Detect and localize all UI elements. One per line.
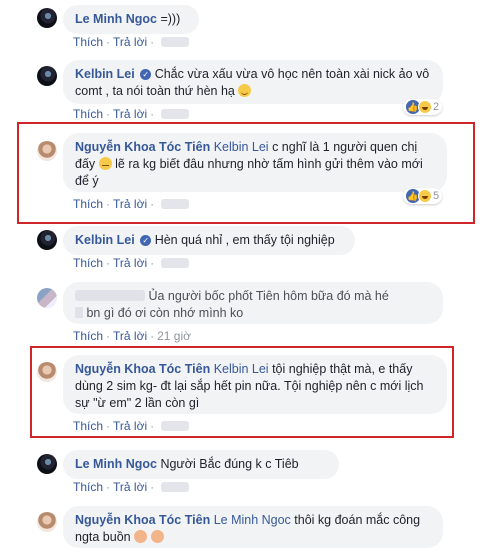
like-link[interactable]: Thích [73, 329, 103, 343]
blurred-timestamp [161, 421, 190, 431]
like-link[interactable]: Thích [73, 480, 103, 494]
comment-bubble: Nguyễn Khoa Tóc Tiên Kelbin Lei tội nghi… [63, 355, 447, 414]
mention-tag[interactable]: Le Minh Ngoc [214, 513, 291, 527]
like-link[interactable]: Thích [73, 107, 103, 121]
unamused-emoji-icon [98, 157, 112, 170]
reply-link[interactable]: Trả lời [113, 35, 147, 49]
reaction-summary[interactable]: 👍 5 [403, 188, 443, 204]
separator: · [106, 107, 111, 121]
comment-actions: Thích · Trả lời · [73, 107, 190, 121]
separator: · [106, 197, 111, 211]
blurred-timestamp [161, 482, 190, 492]
reply-link[interactable]: Trả lời [113, 419, 147, 433]
avatar[interactable] [37, 66, 57, 86]
comment-author[interactable]: Kelbin Lei [75, 233, 135, 247]
separator: · [150, 35, 155, 49]
separator: · [106, 256, 111, 270]
comment-bubble: Nguyễn Khoa Tóc Tiên Kelbin Lei c nghĩ l… [63, 133, 447, 192]
avatar[interactable] [37, 454, 57, 474]
avatar[interactable] [37, 362, 57, 382]
separator: · [150, 107, 155, 121]
comment-bubble: Le Minh Ngoc =))) [63, 5, 199, 34]
comment-text: =))) [160, 12, 181, 26]
haha-reaction-icon [418, 189, 432, 203]
avatar[interactable] [37, 141, 57, 161]
separator: · [106, 35, 111, 49]
separator: · [106, 480, 111, 494]
reply-link[interactable]: Trả lời [113, 329, 147, 343]
comment-timestamp[interactable]: 21 giờ [157, 329, 191, 343]
comment-text: Hèn quá nhỉ , em thấy tội nghiệp [154, 233, 335, 247]
separator: · [150, 329, 155, 343]
mention-tag[interactable]: Kelbin Lei [214, 362, 269, 376]
verified-badge-icon: ✓ [140, 69, 152, 80]
verified-badge-icon: ✓ [140, 235, 152, 246]
blurred-timestamp [161, 258, 190, 268]
comment-bubble: Kelbin Lei ✓ Hèn quá nhỉ , em thấy tội n… [63, 226, 355, 255]
comment-text-continued: lẽ ra kg biết đâu nhưng nhờ tấm hình gửi… [75, 157, 423, 188]
comment-actions: Thích · Trả lời · [73, 256, 190, 270]
obscured-author-name [75, 290, 145, 301]
avatar[interactable] [37, 512, 57, 532]
comment-actions: Thích · Trả lời · 21 giờ [73, 329, 191, 343]
comment-author[interactable]: Le Minh Ngoc [75, 457, 157, 471]
comment-text-continued: bn gì đó ơi còn nhớ mình ko [86, 306, 244, 320]
separator: · [150, 419, 155, 433]
reaction-summary[interactable]: 👍 2 [403, 99, 443, 115]
separator: · [106, 419, 111, 433]
comment-actions: Thích · Trả lời · [73, 35, 190, 49]
comment-author[interactable]: Nguyễn Khoa Tóc Tiên [75, 362, 210, 376]
comment-author[interactable]: Kelbin Lei [75, 67, 135, 81]
comment-text: Người Bắc đúng k c Tiêb [160, 457, 299, 471]
comment-actions: Thích · Trả lời · [73, 480, 190, 494]
comment-actions: Thích · Trả lời · [73, 419, 190, 433]
like-link[interactable]: Thích [73, 197, 103, 211]
mention-tag[interactable]: Kelbin Lei [214, 140, 269, 154]
avatar[interactable] [37, 288, 57, 308]
like-link[interactable]: Thích [73, 35, 103, 49]
reaction-count: 2 [433, 101, 440, 113]
haha-reaction-icon [418, 100, 432, 114]
blurred-timestamp [161, 37, 190, 47]
avatar[interactable] [37, 8, 57, 28]
comment-bubble: Nguyễn Khoa Tóc Tiên Le Minh Ngoc thôi k… [63, 506, 443, 548]
comment-bubble: Le Minh Ngoc Người Bắc đúng k c Tiêb [63, 450, 339, 479]
separator: · [150, 480, 155, 494]
comment-text: Ủa người bốc phốt Tiên hôm bữa đó mà hé [148, 289, 389, 303]
person-emoji-icon [150, 530, 164, 543]
separator: · [150, 197, 155, 211]
like-link[interactable]: Thích [73, 419, 103, 433]
smirk-emoji-icon [238, 84, 252, 97]
obscured-text [75, 307, 83, 318]
avatar[interactable] [37, 230, 57, 250]
comment-author[interactable]: Nguyễn Khoa Tóc Tiên [75, 140, 210, 154]
blurred-timestamp [161, 109, 190, 119]
blurred-timestamp [161, 199, 190, 209]
comment-bubble: Kelbin Lei ✓ Chắc vừa xấu vừa vô học nên… [63, 60, 443, 104]
separator: · [150, 256, 155, 270]
comment-actions: Thích · Trả lời · [73, 197, 190, 211]
separator: · [106, 329, 111, 343]
person-emoji-icon [134, 530, 148, 543]
comment-bubble: Ủa người bốc phốt Tiên hôm bữa đó mà hé … [63, 282, 443, 324]
reply-link[interactable]: Trả lời [113, 256, 147, 270]
reply-link[interactable]: Trả lời [113, 107, 147, 121]
comment-author[interactable]: Le Minh Ngoc [75, 12, 157, 26]
reply-link[interactable]: Trả lời [113, 480, 147, 494]
reaction-count: 5 [433, 190, 440, 202]
like-link[interactable]: Thích [73, 256, 103, 270]
comment-author[interactable]: Nguyễn Khoa Tóc Tiên [75, 513, 210, 527]
reply-link[interactable]: Trả lời [113, 197, 147, 211]
